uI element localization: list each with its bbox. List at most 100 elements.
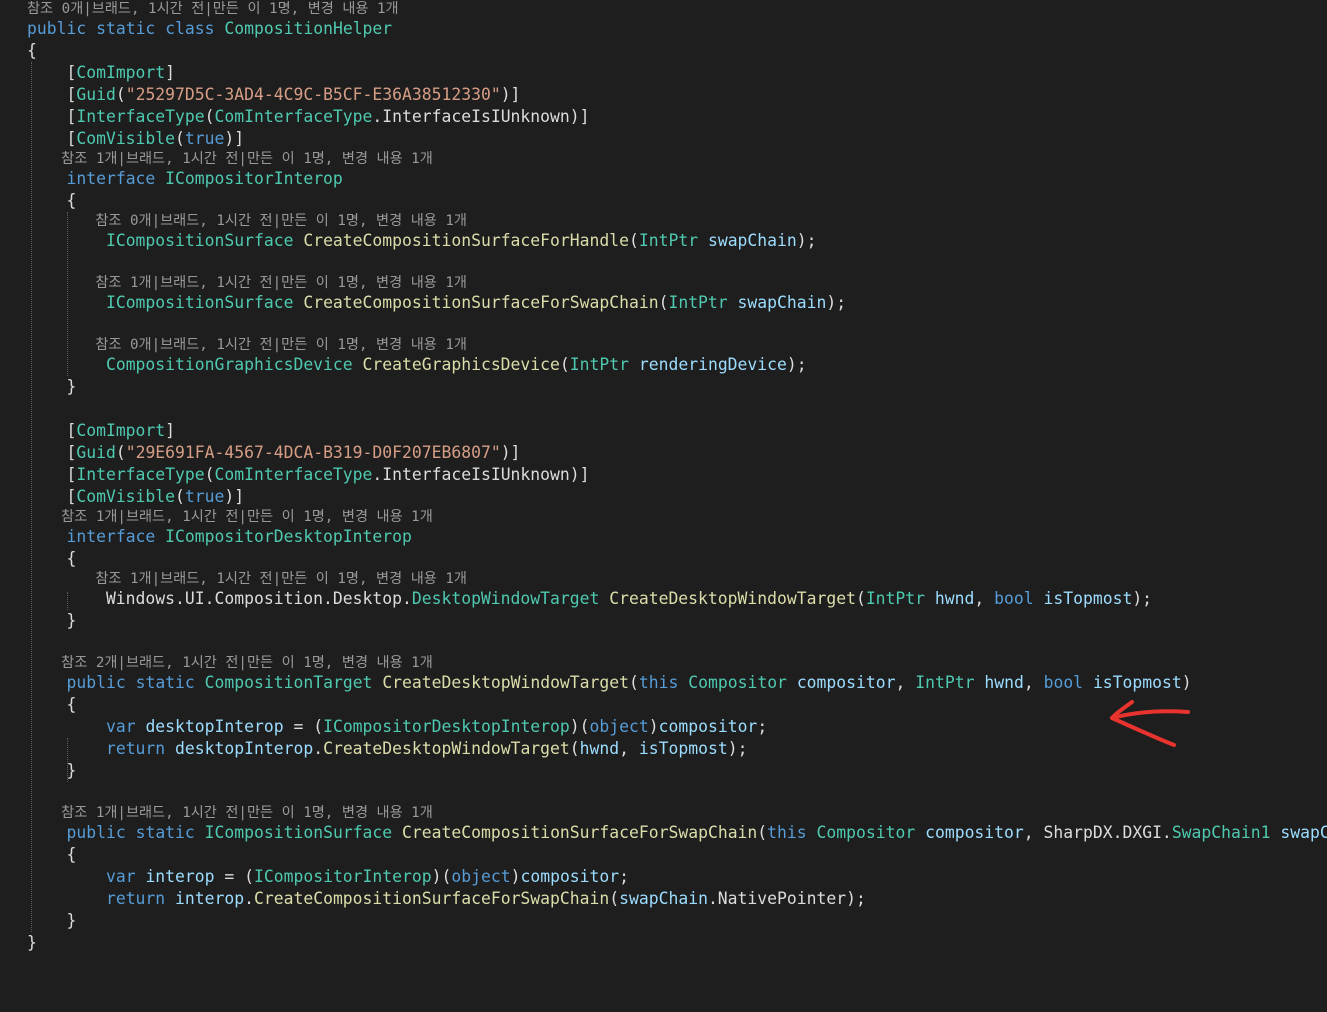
codelens-info[interactable]: 참조 0개|브래드, 1시간 전|만든 이 1명, 변경 내용 1개: [27, 336, 1327, 354]
code-line: }: [27, 932, 1327, 954]
token-param: swapChain: [737, 293, 827, 312]
token-plain: Windows.UI.Composition.Desktop.: [27, 589, 412, 608]
codelens-info[interactable]: 참조 1개|브래드, 1시간 전|만든 이 1명, 변경 내용 1개: [27, 804, 1327, 822]
codelens-info[interactable]: 참조 1개|브래드, 1시간 전|만든 이 1명, 변경 내용 1개: [27, 150, 1327, 168]
token-keyword: true: [184, 129, 225, 148]
token-type: SwapChain1: [1171, 823, 1271, 842]
token-method: CreateCompositionSurfaceForSwapChain: [402, 823, 758, 842]
token-plain: [: [27, 487, 77, 506]
token-param: renderingDevice: [638, 355, 787, 374]
token-keyword: static: [96, 19, 156, 38]
codelens-info[interactable]: 참조 0개|브래드, 1시간 전|만든 이 1명, 변경 내용 1개: [27, 212, 1327, 230]
codelens-info[interactable]: 참조 1개|브래드, 1시간 전|만든 이 1명, 변경 내용 1개: [27, 508, 1327, 526]
code-line: public static ICompositionSurface Create…: [27, 822, 1327, 844]
token-plain: = (: [214, 867, 254, 886]
indent-guide: [67, 738, 68, 782]
token-plain: [: [27, 443, 77, 462]
token-type: IntPtr: [569, 355, 629, 374]
token-plain: );: [786, 355, 807, 374]
codelens-info[interactable]: 참조 1개|브래드, 1시간 전|만든 이 1명, 변경 내용 1개: [27, 570, 1327, 588]
token-type: InterfaceType: [76, 107, 205, 126]
token-lens: 참조 1개|브래드, 1시간 전|만든 이 1명, 변경 내용 1개: [27, 151, 433, 167]
token-plain: = (: [283, 717, 324, 736]
token-type: ComInterfaceType: [214, 465, 373, 484]
token-plain: ;: [619, 867, 630, 886]
code-line: [InterfaceType(ComInterfaceType.Interfac…: [27, 464, 1327, 486]
token-plain: }: [27, 377, 77, 396]
token-keyword: public: [66, 673, 126, 692]
token-type: DesktopWindowTarget: [411, 589, 600, 608]
token-keyword: this: [767, 823, 807, 842]
code-editor[interactable]: 참조 0개|브래드, 1시간 전|만든 이 1명, 변경 내용 1개 public…: [0, 0, 1327, 1012]
token-keyword: this: [638, 673, 679, 692]
token-param: hwnd: [579, 739, 620, 758]
token-plain: {: [27, 41, 37, 60]
token-type: IntPtr: [668, 293, 728, 312]
token-param: hwnd: [934, 589, 975, 608]
token-type: ComInterfaceType: [214, 107, 373, 126]
token-keyword: bool: [994, 589, 1034, 608]
token-plain: ]: [165, 421, 176, 440]
token-type: CompositionTarget: [204, 673, 373, 692]
code-line: }: [27, 760, 1327, 782]
token-plain: .InterfaceIsIUnknown)]: [372, 465, 590, 484]
code-line: var interop = (ICompositorInterop)(objec…: [27, 866, 1327, 888]
token-lens: 참조 0개|브래드, 1시간 전|만든 이 1명, 변경 내용 1개: [27, 1, 399, 17]
token-keyword: return: [105, 739, 166, 758]
code-line: {: [27, 548, 1327, 570]
token-plain: (: [175, 129, 185, 148]
token-lens: 참조 1개|브래드, 1시간 전|만든 이 1명, 변경 내용 1개: [27, 571, 467, 587]
codelens-info[interactable]: 참조 1개|브래드, 1시간 전|만든 이 1명, 변경 내용 1개: [27, 274, 1327, 292]
token-param: compositor: [658, 717, 758, 736]
token-method: CreateDesktopWindowTarget: [382, 673, 630, 692]
token-keyword: object: [589, 717, 649, 736]
token-type: ICompositorDesktopInterop: [323, 717, 570, 736]
codelens-info[interactable]: 참조 2개|브래드, 1시간 전|만든 이 1명, 변경 내용 1개: [27, 654, 1327, 672]
token-type: CompositionGraphicsDevice: [105, 355, 353, 374]
token-plain: (: [204, 465, 215, 484]
code-line: Windows.UI.Composition.Desktop.DesktopWi…: [27, 588, 1327, 610]
token-plain: )]: [500, 443, 521, 462]
token-plain: (: [204, 107, 215, 126]
token-param: hwnd: [984, 673, 1024, 692]
token-type: InterfaceType: [76, 465, 205, 484]
token-param: compositor: [520, 867, 620, 886]
token-plain: .InterfaceIsIUnknown)]: [372, 107, 590, 126]
token-plain: );: [1132, 589, 1153, 608]
token-lens: 참조 1개|브래드, 1시간 전|만든 이 1명, 변경 내용 1개: [27, 509, 433, 525]
token-type: ComVisible: [76, 129, 176, 148]
token-plain: ,: [619, 739, 639, 758]
token-plain: );: [826, 293, 847, 312]
codelens-info[interactable]: 참조 0개|브래드, 1시간 전|만든 이 1명, 변경 내용 1개: [27, 0, 1327, 18]
token-type: ComImport: [76, 63, 166, 82]
token-type: Guid: [76, 443, 116, 462]
token-method: CreateCompositionSurfaceForSwapChain: [254, 889, 610, 908]
token-keyword: public: [27, 19, 87, 38]
token-type: CompositionHelper: [224, 19, 393, 38]
token-type: Compositor: [816, 823, 916, 842]
token-plain: }: [27, 611, 77, 630]
token-param: swapChain: [707, 231, 797, 250]
token-param: compositor: [925, 823, 1024, 842]
token-plain: ,: [974, 589, 995, 608]
